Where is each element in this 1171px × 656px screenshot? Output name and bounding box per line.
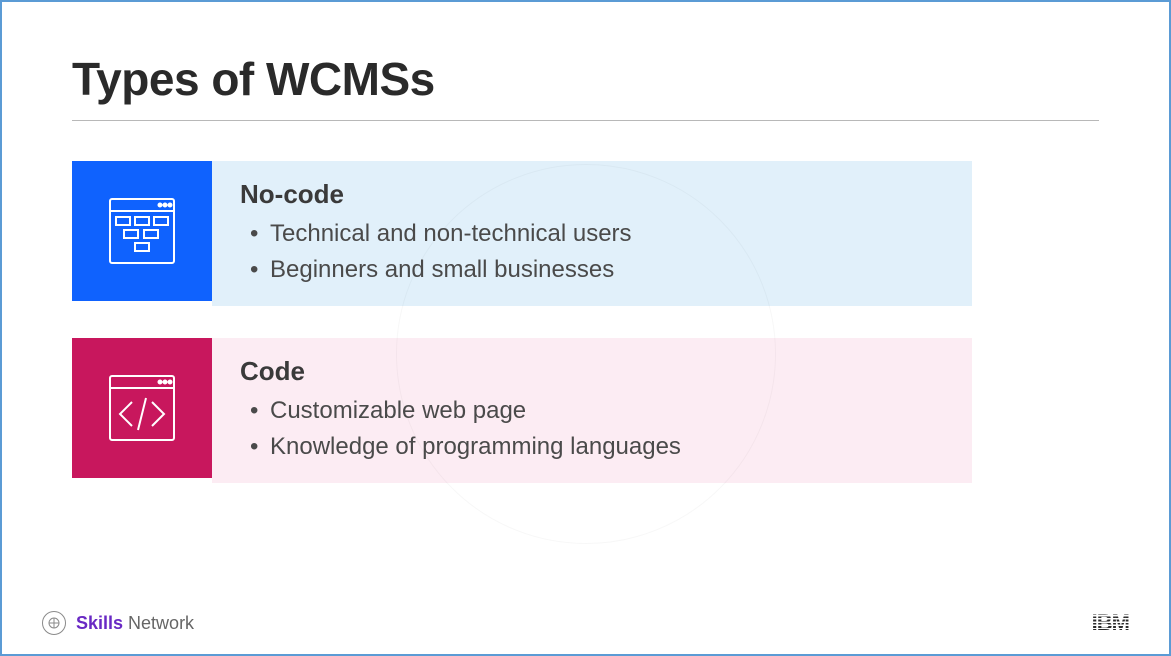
code-icon [102, 368, 182, 448]
globe-icon [47, 616, 61, 630]
code-heading: Code [240, 356, 944, 387]
code-bullet-1: Customizable web page [240, 393, 944, 429]
no-code-bullets: Technical and non-technical users Beginn… [240, 216, 944, 288]
no-code-bullet-1: Technical and non-technical users [240, 216, 944, 252]
slide-title: Types of WCMSs [72, 52, 1099, 106]
slide: Types of WCMSs No-code Technical and non… [0, 0, 1171, 656]
skills-network-icon [42, 611, 66, 635]
footer: Skills Network IBM [2, 610, 1169, 636]
no-code-icon-box [72, 161, 212, 301]
card-code: Code Customizable web page Knowledge of … [72, 338, 972, 483]
ibm-logo: IBM [1092, 610, 1129, 636]
code-bullets: Customizable web page Knowledge of progr… [240, 393, 944, 465]
no-code-bullet-2: Beginners and small businesses [240, 252, 944, 288]
footer-skills-text: Skills [76, 613, 123, 633]
code-icon-box [72, 338, 212, 478]
footer-left: Skills Network [42, 611, 194, 635]
title-divider [72, 120, 1099, 121]
footer-network-text: Network [128, 613, 194, 633]
dashboard-icon [102, 191, 182, 271]
code-bullet-2: Knowledge of programming languages [240, 429, 944, 465]
no-code-heading: No-code [240, 179, 944, 210]
code-text: Code Customizable web page Knowledge of … [212, 338, 972, 483]
no-code-text: No-code Technical and non-technical user… [212, 161, 972, 306]
footer-brand: Skills Network [76, 613, 194, 634]
card-no-code: No-code Technical and non-technical user… [72, 161, 972, 306]
